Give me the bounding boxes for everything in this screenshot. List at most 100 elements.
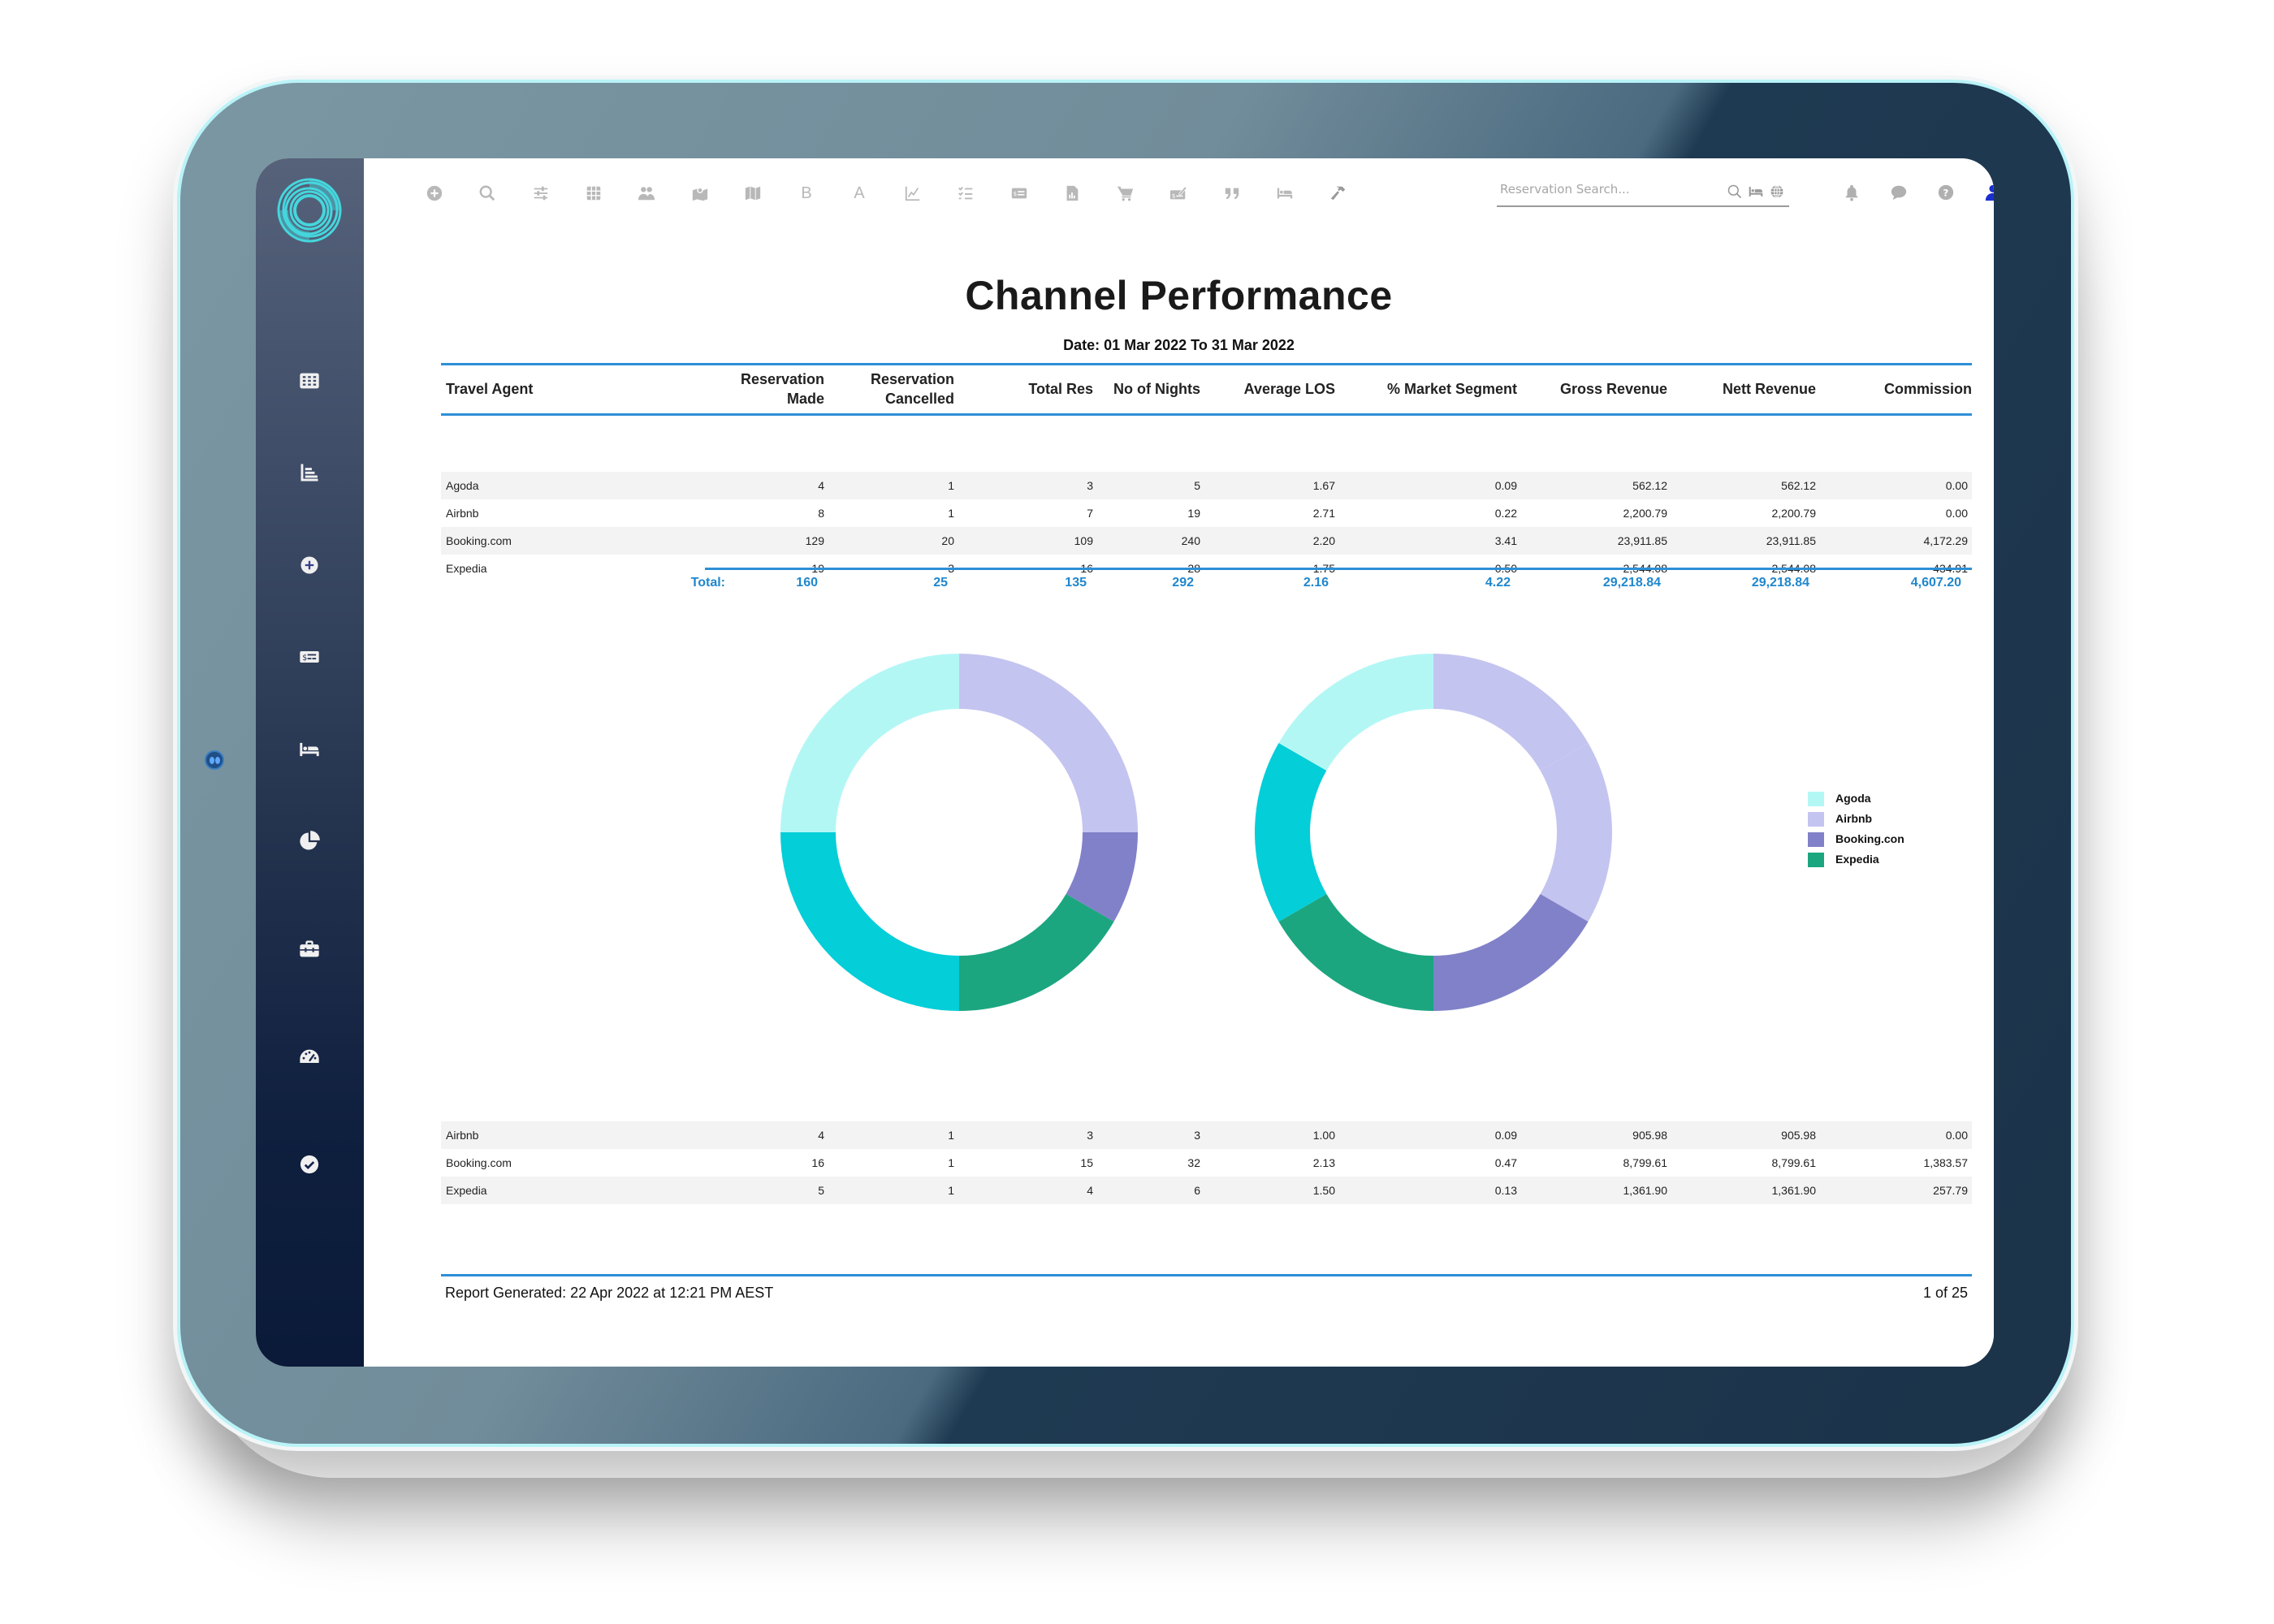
donut-2-slice-airbnb[interactable] bbox=[1433, 654, 1589, 771]
notifications-button[interactable] bbox=[1842, 183, 1861, 202]
table-row: Airbnb 8 1 7 19 2.71 0.22 2,200.79 2,200.79 0.00 bbox=[441, 499, 1972, 527]
cell-market-segment: 3.41 bbox=[1494, 534, 1517, 547]
cell-reservation-made: 8 bbox=[818, 507, 824, 520]
cell-reservation-cancelled: 20 bbox=[941, 534, 954, 547]
cell-gross-revenue: 23,911.85 bbox=[1617, 534, 1667, 547]
cell-nett-revenue: 23,911.85 bbox=[1766, 534, 1816, 547]
cell-market-segment: 0.13 bbox=[1494, 1184, 1517, 1197]
footer-rule bbox=[441, 1274, 1972, 1276]
col-nett-revenue: Nett Revenue bbox=[1722, 381, 1816, 397]
donut-chart-1 bbox=[780, 654, 1138, 1011]
col-reservation-cancelled-line2: Cancelled bbox=[884, 391, 954, 407]
check-circle-icon bbox=[300, 1155, 319, 1174]
total-no-of-nights: 292 bbox=[1172, 576, 1194, 590]
cell-reservation-made: 16 bbox=[811, 1156, 824, 1169]
check-edit-icon: $ bbox=[1169, 186, 1187, 200]
donut-2-slice-unlabeled[interactable] bbox=[1255, 743, 1327, 922]
toolbar-filter-button[interactable] bbox=[530, 183, 551, 204]
donut-1-slice-airbnb[interactable] bbox=[959, 654, 1138, 832]
money-card-icon: $ bbox=[1011, 188, 1027, 199]
total-reservation-cancelled: 25 bbox=[933, 576, 948, 590]
cell-reservation-made: 4 bbox=[818, 1129, 824, 1142]
donut-1-slice-unlabeled[interactable] bbox=[780, 832, 959, 1011]
reservation-search-input[interactable] bbox=[1498, 181, 1705, 197]
toolbar-bold-button[interactable]: B bbox=[796, 183, 817, 204]
toolbar-maintenance-button[interactable] bbox=[1328, 183, 1349, 204]
legend-swatch bbox=[1808, 792, 1824, 806]
toolbar: B A $ $ Reservation Search... ? bbox=[364, 158, 1994, 223]
dashboard-gauge-icon bbox=[300, 1049, 319, 1063]
cell-market-segment: 0.22 bbox=[1494, 507, 1517, 520]
search-icon bbox=[479, 185, 495, 201]
total-market-segment: 4.22 bbox=[1485, 576, 1511, 590]
col-travel-agent: Travel Agent bbox=[446, 381, 534, 397]
rate-card-icon: $ bbox=[300, 651, 319, 663]
donut-2-slice-airbnb[interactable] bbox=[1540, 743, 1612, 922]
cart-icon bbox=[1117, 186, 1134, 201]
messages-button[interactable] bbox=[1889, 183, 1909, 202]
cell-total-res: 15 bbox=[1080, 1156, 1093, 1169]
table-header: Travel Agent Reservation Made Reservatio… bbox=[441, 365, 1972, 413]
sidebar-item-calendar[interactable] bbox=[292, 364, 326, 398]
donut-2-slice-agoda[interactable] bbox=[1278, 654, 1433, 771]
help-button[interactable]: ? bbox=[1936, 183, 1956, 202]
total-gross-revenue: 29,218.84 bbox=[1602, 576, 1661, 590]
legend-swatch bbox=[1808, 853, 1824, 867]
toolbar-file-report-button[interactable] bbox=[1061, 183, 1083, 204]
sidebar-item-tools[interactable] bbox=[292, 932, 326, 966]
sidebar-item-rooms[interactable] bbox=[292, 732, 326, 767]
user-profile-button[interactable] bbox=[1983, 183, 1994, 202]
page-indicator: 1 of 25 bbox=[1922, 1285, 1968, 1301]
table-row: Agoda 4 1 3 5 1.67 0.09 562.12 562.12 0.00 bbox=[441, 472, 1972, 499]
toolbar-cheque-button[interactable]: $ bbox=[1168, 183, 1189, 204]
cell-gross-revenue: 562.12 bbox=[1632, 479, 1667, 492]
col-reservation-made-line2: Made bbox=[786, 391, 824, 407]
cell-commission: 1,383.57 bbox=[1923, 1156, 1969, 1169]
toolbar-checklist-button[interactable] bbox=[955, 183, 976, 204]
cell-total-res: 3 bbox=[1087, 1129, 1093, 1142]
report-generated-timestamp: Report Generated: 22 Apr 2022 at 12:21 P… bbox=[445, 1285, 774, 1301]
toolbar-add-button[interactable] bbox=[424, 183, 445, 204]
sidebar-item-tasks[interactable] bbox=[292, 1147, 326, 1181]
user-icon bbox=[1985, 184, 1994, 201]
svg-text:$: $ bbox=[1172, 192, 1176, 200]
donut-2-slice-booking-com[interactable] bbox=[1433, 894, 1589, 1011]
toolbar-search-button[interactable] bbox=[477, 183, 498, 204]
toolbar-grid-button[interactable] bbox=[583, 183, 604, 204]
sidebar-item-add[interactable] bbox=[292, 548, 326, 582]
donut-2-slice-expedia[interactable] bbox=[1278, 894, 1433, 1011]
toolbar-location-button[interactable] bbox=[690, 183, 711, 204]
toolbar-quote-button[interactable] bbox=[1221, 183, 1243, 204]
toolbar-font-button[interactable]: A bbox=[849, 183, 870, 204]
sidebar-item-reports[interactable] bbox=[292, 456, 326, 490]
toolbar-map-button[interactable] bbox=[742, 183, 763, 204]
toolbar-chart-button[interactable] bbox=[902, 183, 923, 204]
file-chart-icon bbox=[1066, 185, 1079, 201]
cell-total-res: 4 bbox=[1087, 1184, 1093, 1197]
donut-1-slice-agoda[interactable] bbox=[780, 654, 959, 832]
cell-no-of-nights: 6 bbox=[1194, 1184, 1200, 1197]
table-row: Airbnb 4 1 3 3 1.00 0.09 905.98 905.98 0.00 bbox=[441, 1121, 1972, 1149]
app-logo-icon[interactable] bbox=[275, 176, 344, 244]
toolbar-rooms-button[interactable] bbox=[1274, 183, 1295, 204]
search-icon bbox=[1727, 184, 1742, 199]
cell-nett-revenue: 2,200.79 bbox=[1771, 507, 1817, 520]
donut-1-slice-expedia[interactable] bbox=[959, 894, 1114, 1011]
sidebar-item-rates[interactable]: $ bbox=[292, 640, 326, 674]
sidebar-item-dashboard[interactable] bbox=[292, 1040, 326, 1074]
chat-bubble-icon bbox=[1891, 185, 1907, 201]
search-global-button[interactable] bbox=[1768, 183, 1786, 201]
search-rooms-button[interactable] bbox=[1747, 183, 1765, 201]
legend-swatch bbox=[1808, 832, 1824, 847]
col-commission: Commission bbox=[1883, 381, 1972, 397]
cell-gross-revenue: 905.98 bbox=[1632, 1129, 1667, 1142]
toolbar-billing-button[interactable]: $ bbox=[1009, 183, 1030, 204]
camera-icon bbox=[205, 750, 224, 770]
col-average-los: Average LOS bbox=[1243, 381, 1335, 397]
search-submit-button[interactable] bbox=[1726, 183, 1744, 201]
toolbar-guests-button[interactable] bbox=[636, 183, 657, 204]
plus-circle-icon bbox=[426, 185, 443, 201]
cell-total-res: 3 bbox=[1087, 479, 1093, 492]
sidebar-item-analytics[interactable] bbox=[292, 824, 326, 858]
toolbar-cart-button[interactable] bbox=[1115, 183, 1136, 204]
